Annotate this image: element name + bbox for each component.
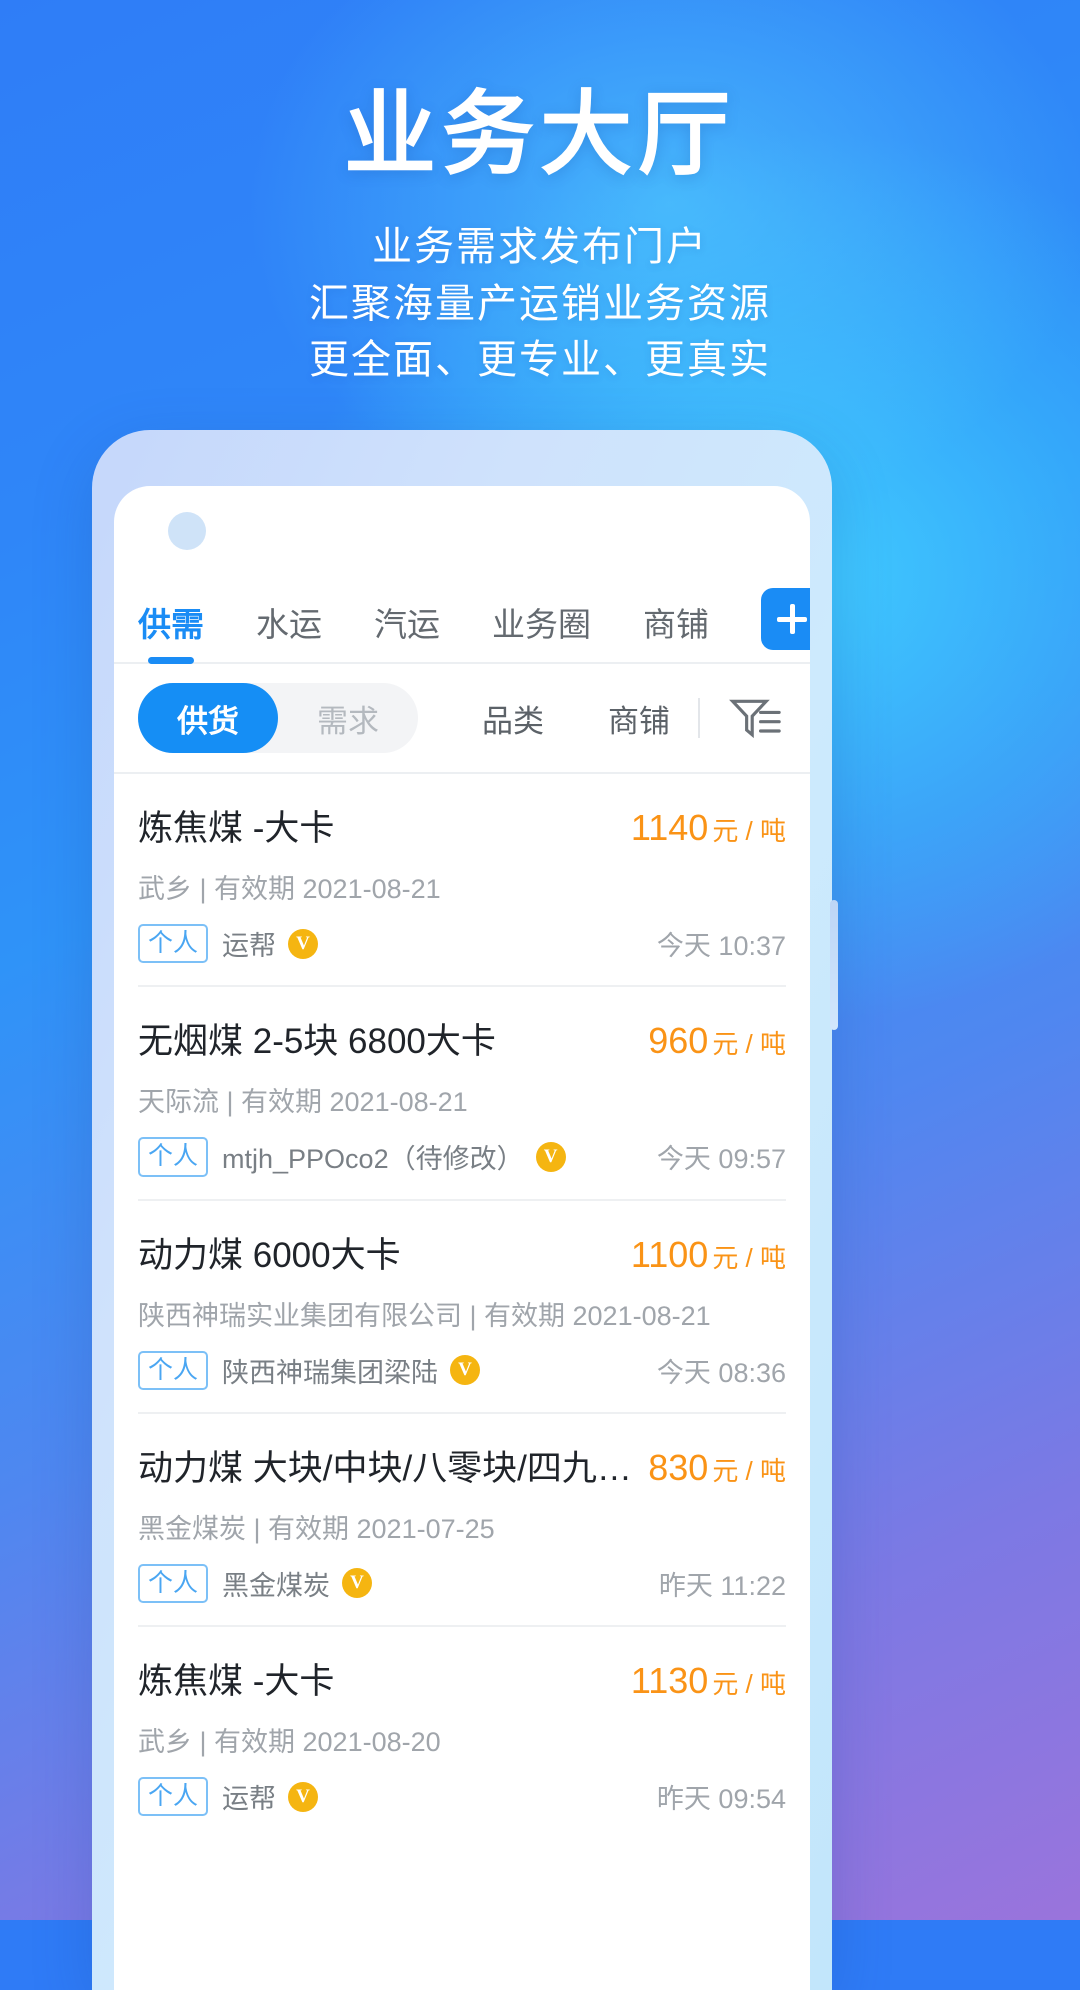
listing-header: 动力煤 6000大卡 1100 元 / 吨 bbox=[138, 1227, 786, 1278]
segment-label: 供货 bbox=[177, 703, 239, 739]
status-badge: 个人 bbox=[138, 1137, 209, 1177]
status-badge: 个人 bbox=[138, 1350, 209, 1390]
listing-footer: 个人 运帮 V 今天 10:37 bbox=[138, 924, 786, 964]
listing-header: 炼焦煤 -大卡 1140 元 / 吨 bbox=[138, 800, 786, 851]
price-value: 830 bbox=[648, 1446, 709, 1488]
listing-meta: 天际流 | 有效期 2021-08-21 bbox=[138, 1087, 468, 1118]
listing-owner: 陕西神瑞集团梁陆 bbox=[222, 1357, 439, 1388]
add-button[interactable] bbox=[761, 588, 810, 650]
tab-shuiyun[interactable]: 水运 bbox=[256, 598, 322, 662]
phone-side-button bbox=[830, 900, 838, 1030]
tab-label: 汽运 bbox=[374, 606, 440, 643]
listing-price: 1130 元 / 吨 bbox=[631, 1660, 786, 1702]
filter-bar: 供货 需求 品类 商铺 bbox=[114, 664, 810, 774]
listing-meta: 陕西神瑞实业集团有限公司 | 有效期 2021-08-21 bbox=[138, 1300, 711, 1331]
table-row[interactable]: 炼焦煤 -大卡 1130 元 / 吨 武乡 | 有效期 2021-08-20 个人… bbox=[138, 1627, 786, 1838]
price-unit: 元 / 吨 bbox=[712, 1029, 786, 1060]
table-row[interactable]: 动力煤 6000大卡 1100 元 / 吨 陕西神瑞实业集团有限公司 | 有效期 … bbox=[138, 1201, 786, 1414]
listing-title: 无烟煤 2-5块 6800大卡 bbox=[138, 1022, 496, 1062]
subtitle-line-3: 更全面、更专业、更真实 bbox=[309, 338, 771, 383]
phone-screen: 供需 水运 汽运 业务圈 商铺 供货 需求 品类 商铺 炼焦煤 -大卡 1140… bbox=[114, 486, 810, 1990]
listing-owner: mtjh_PPOco2（待修改） bbox=[222, 1144, 524, 1175]
filter-option-shangpu[interactable]: 商铺 bbox=[608, 696, 670, 741]
table-row[interactable]: 动力煤 大块/中块/八零块/四九块... 830 元 / 吨 黑金煤炭 | 有效期… bbox=[138, 1414, 786, 1627]
status-badge: 个人 bbox=[138, 1563, 209, 1603]
main-tab-bar: 供需 水运 汽运 业务圈 商铺 bbox=[114, 570, 810, 662]
segment-label: 需求 bbox=[317, 703, 379, 739]
filter-funnel-icon[interactable] bbox=[726, 692, 784, 744]
verified-icon: V bbox=[450, 1355, 481, 1386]
segment-gonghuo[interactable]: 供货 bbox=[138, 683, 278, 753]
listing-header: 无烟煤 2-5块 6800大卡 960 元 / 吨 bbox=[138, 1013, 786, 1064]
listing-price: 1100 元 / 吨 bbox=[631, 1234, 786, 1276]
tab-label: 水运 bbox=[256, 606, 322, 643]
tab-label: 商铺 bbox=[643, 606, 709, 643]
listing-meta: 武乡 | 有效期 2021-08-21 bbox=[138, 874, 441, 904]
hero-section: 业务大厅 业务需求发布门户 汇聚海量产运销业务资源 更全面、更专业、更真实 bbox=[0, 0, 1080, 389]
filter-divider bbox=[698, 698, 700, 738]
tab-shangpu[interactable]: 商铺 bbox=[643, 598, 709, 662]
listing-owner: 运帮 bbox=[222, 1784, 277, 1815]
listing-footer: 个人 运帮 V 昨天 09:54 bbox=[138, 1777, 786, 1817]
price-unit: 元 / 吨 bbox=[712, 1242, 786, 1273]
tab-gongxu[interactable]: 供需 bbox=[138, 598, 204, 662]
subtitle-line-1: 业务需求发布门户 bbox=[372, 224, 708, 269]
status-badge: 个人 bbox=[138, 924, 209, 964]
listing-title: 动力煤 大块/中块/八零块/四九块... bbox=[138, 1448, 649, 1488]
phone-mockup: 供需 水运 汽运 业务圈 商铺 供货 需求 品类 商铺 炼焦煤 -大卡 1140… bbox=[92, 430, 838, 1990]
listing-header: 炼焦煤 -大卡 1130 元 / 吨 bbox=[138, 1653, 786, 1704]
listing-owner: 运帮 bbox=[222, 931, 277, 962]
listing-title: 炼焦煤 -大卡 bbox=[138, 1662, 335, 1701]
listing-owner: 黑金煤炭 bbox=[222, 1570, 331, 1601]
verified-icon: V bbox=[535, 1141, 566, 1172]
tab-label: 业务圈 bbox=[492, 606, 591, 643]
listing-time: 今天 08:36 bbox=[656, 1357, 786, 1388]
price-value: 1100 bbox=[630, 1233, 709, 1275]
tab-yewuquan[interactable]: 业务圈 bbox=[492, 598, 591, 662]
table-row[interactable]: 无烟煤 2-5块 6800大卡 960 元 / 吨 天际流 | 有效期 2021-… bbox=[138, 987, 786, 1201]
listing-meta: 黑金煤炭 | 有效期 2021-07-25 bbox=[138, 1513, 495, 1544]
table-row[interactable]: 炼焦煤 -大卡 1140 元 / 吨 武乡 | 有效期 2021-08-21 个人… bbox=[138, 774, 786, 988]
listing-title: 动力煤 6000大卡 bbox=[138, 1235, 401, 1275]
supply-demand-segmented-control: 供货 需求 bbox=[138, 683, 418, 753]
verified-icon: V bbox=[342, 1568, 373, 1599]
listing-footer: 个人 mtjh_PPOco2（待修改） V 今天 09:57 bbox=[138, 1137, 786, 1177]
verified-icon: V bbox=[288, 1781, 319, 1812]
price-unit: 元 / 吨 bbox=[712, 816, 786, 846]
segment-xuqiu[interactable]: 需求 bbox=[278, 683, 418, 753]
listing-price: 1140 元 / 吨 bbox=[631, 807, 786, 849]
listing-price: 830 元 / 吨 bbox=[648, 1447, 786, 1489]
camera-icon bbox=[168, 512, 206, 550]
listing-time: 今天 09:57 bbox=[656, 1144, 786, 1175]
price-unit: 元 / 吨 bbox=[712, 1669, 786, 1699]
price-value: 960 bbox=[648, 1020, 709, 1062]
tab-qiyun[interactable]: 汽运 bbox=[374, 598, 440, 662]
listing-footer: 个人 陕西神瑞集团梁陆 V 今天 08:36 bbox=[138, 1350, 786, 1390]
listing-time: 昨天 11:22 bbox=[658, 1570, 786, 1601]
subtitle-line-2: 汇聚海量产运销业务资源 bbox=[309, 281, 771, 326]
listing-time: 昨天 09:54 bbox=[656, 1784, 786, 1815]
status-badge: 个人 bbox=[138, 1777, 209, 1817]
listing-title: 炼焦煤 -大卡 bbox=[138, 809, 335, 848]
verified-icon: V bbox=[288, 928, 319, 959]
listing-footer: 个人 黑金煤炭 V 昨天 11:22 bbox=[138, 1563, 786, 1603]
listing-header: 动力煤 大块/中块/八零块/四九块... 830 元 / 吨 bbox=[138, 1440, 786, 1491]
filter-option-pinlei[interactable]: 品类 bbox=[482, 696, 544, 741]
listing-meta: 武乡 | 有效期 2021-08-20 bbox=[138, 1727, 441, 1757]
hero-subtitle: 业务需求发布门户 汇聚海量产运销业务资源 更全面、更专业、更真实 bbox=[0, 219, 1080, 389]
price-value: 1140 bbox=[630, 807, 709, 848]
page-title: 业务大厅 bbox=[343, 84, 736, 186]
plus-icon bbox=[777, 604, 807, 634]
listing-time: 今天 10:37 bbox=[656, 931, 786, 962]
tab-label: 供需 bbox=[138, 606, 204, 643]
listing-price: 960 元 / 吨 bbox=[648, 1020, 786, 1062]
price-value: 1130 bbox=[630, 1660, 709, 1701]
listing-list: 炼焦煤 -大卡 1140 元 / 吨 武乡 | 有效期 2021-08-21 个人… bbox=[114, 774, 810, 1838]
price-unit: 元 / 吨 bbox=[712, 1455, 786, 1486]
